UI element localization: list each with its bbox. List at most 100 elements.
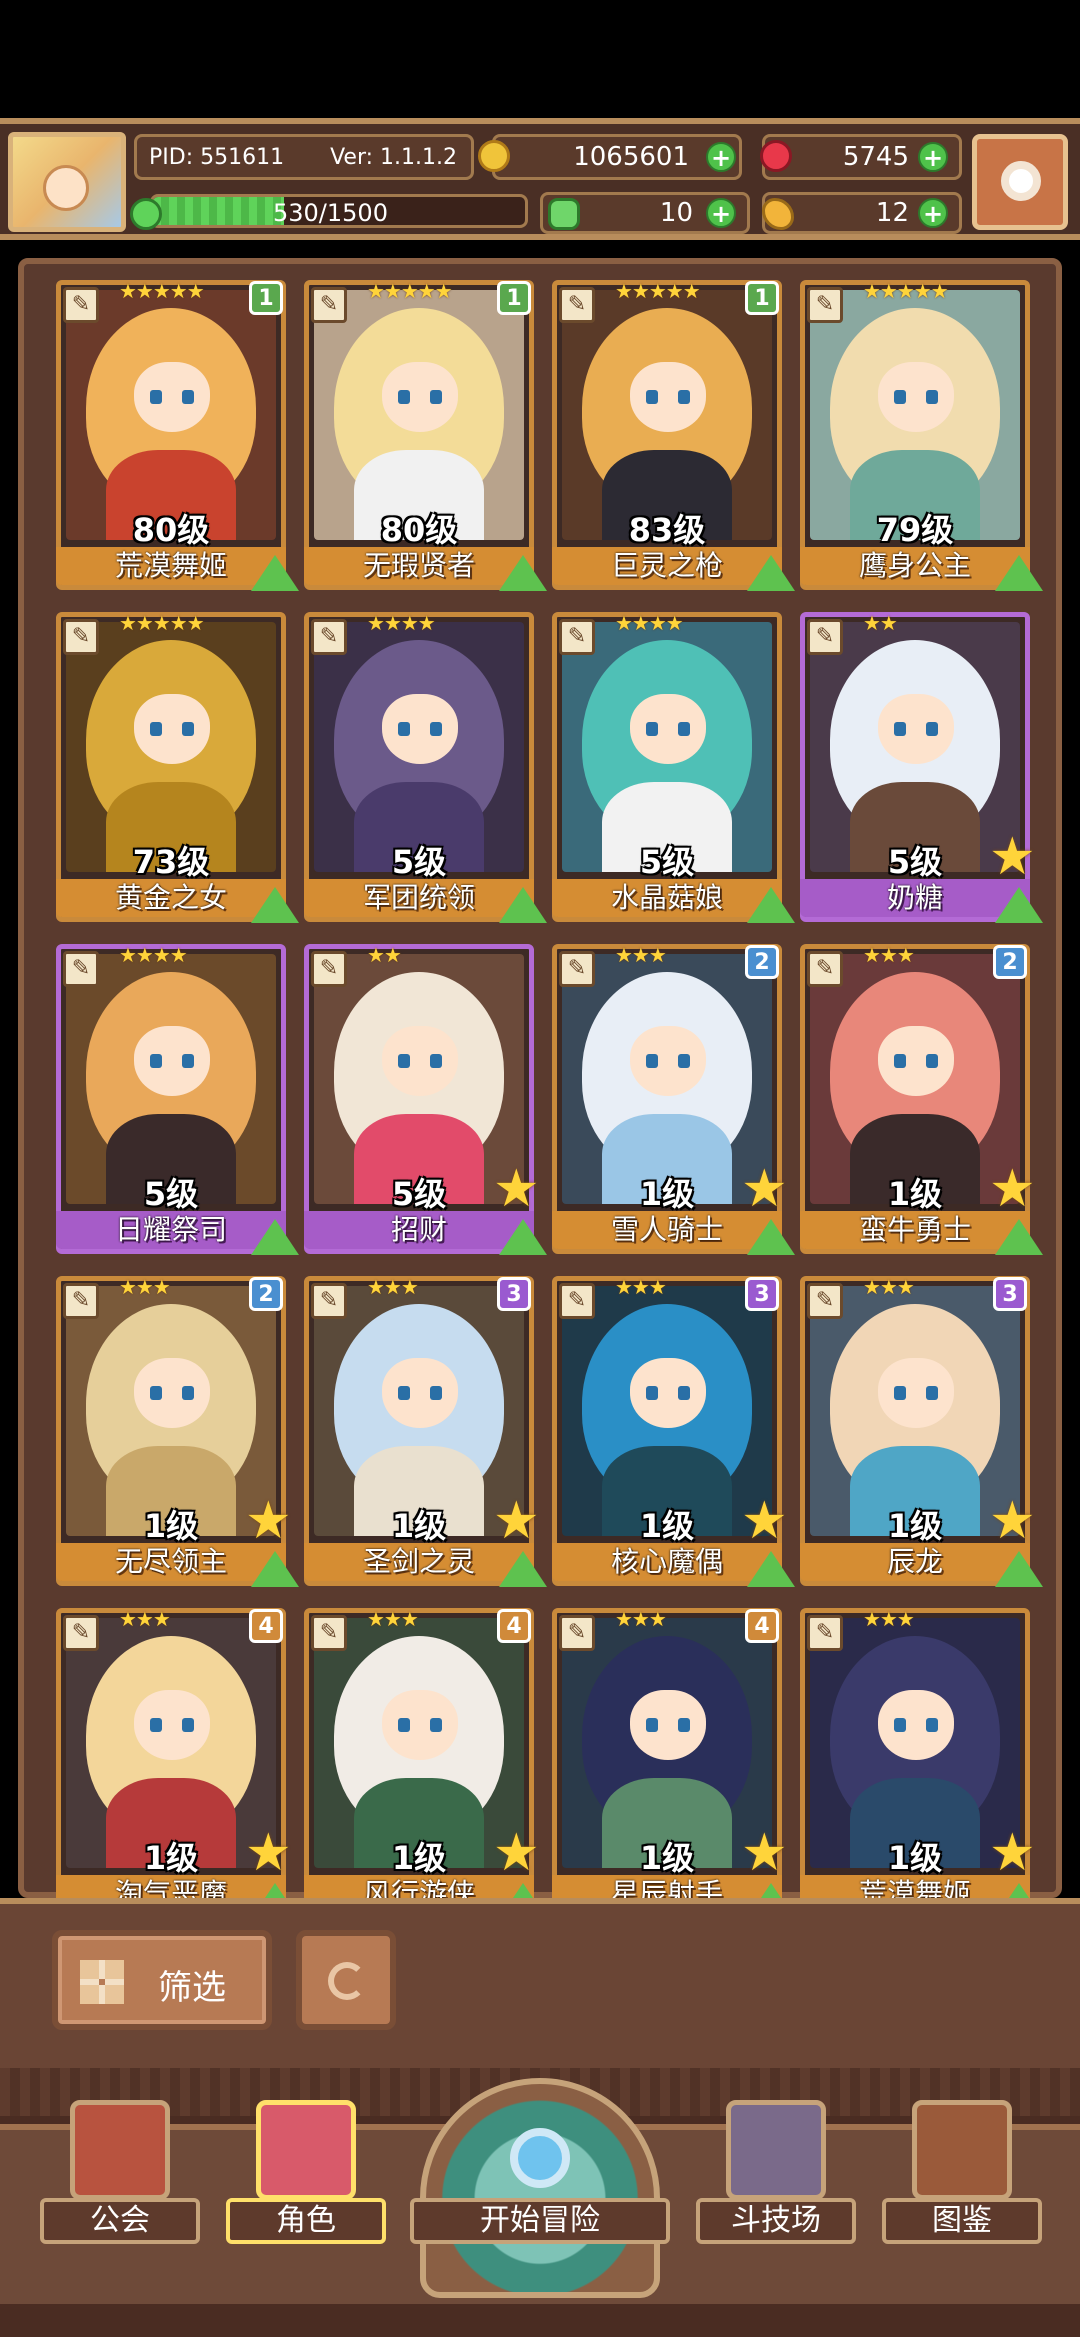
nav-codex-label: 图鉴 [882,2198,1042,2244]
rarity-stars: ★★★★★ [615,279,701,303]
xp-value: 530/1500 [273,199,388,227]
character-card[interactable]: ✎ ★★★★★ 73级 黄金之女 [56,611,299,923]
rarity-stars: ★★★★★ [119,279,205,303]
rank-badge: 2 [249,1277,283,1311]
rarity-stars: ★★★★ [119,943,188,967]
rarity-stars: ★★★ [863,1607,915,1631]
character-card[interactable]: ✎ ★★★ 4 ★ 1级 风行游侠 [304,1607,547,1902]
upgrade-arrow-icon [499,1551,547,1587]
character-card[interactable]: ✎ ★★★★★ 1 80级 无瑕贤者 [304,279,547,591]
add-clover-button[interactable]: + [706,198,736,228]
character-level: 1级 [639,1839,695,1877]
book-icon [912,2100,1012,2200]
weapon-type-icon: ✎ [63,619,99,655]
character-card[interactable]: ✎ ★★★★ 5级 水晶菇娘 [552,611,795,923]
weapon-type-icon: ✎ [63,1615,99,1651]
weapon-type-icon: ✎ [559,287,595,323]
gear-icon [1001,161,1041,201]
upgrade-arrow-icon [499,887,547,923]
player-header: PID: 551611 Ver: 1.1.1.2 1065601 + 5745 … [0,118,1080,240]
add-food-button[interactable]: + [918,198,948,228]
nav-character-label: 角色 [226,2198,386,2244]
nav-start-adventure[interactable]: 开始冒险 [410,2068,670,2318]
character-card[interactable]: ✎ ★★★ 4 ★ 1级 星辰射手 [552,1607,795,1902]
rarity-stars: ★★★★★ [367,279,453,303]
character-card[interactable]: ✎ ★★★★ 5级 日耀祭司 [56,943,299,1255]
nav-codex[interactable]: 图鉴 [882,2100,1042,2250]
rarity-stars: ★★★ [119,1607,171,1631]
upgrade-arrow-icon [747,555,795,591]
character-level: 1级 [887,1175,943,1213]
rank-badge: 4 [745,1609,779,1643]
character-card[interactable]: ✎ ★★★ 2 ★ 1级 雪人骑士 [552,943,795,1255]
nav-character[interactable]: 角色 [226,2100,386,2250]
character-level: 80级 [380,511,458,549]
food-value: 12 [875,198,909,228]
rank-badge: 1 [745,281,779,315]
nav-guild[interactable]: 公会 [40,2100,200,2250]
rarity-stars: ★★★ [615,943,667,967]
status-bar [0,0,1080,118]
rarity-stars: ★★ [863,611,898,635]
character-card[interactable]: ✎ ★★★★★ 1 80级 荒漠舞姬 [56,279,299,591]
player-avatar[interactable] [8,132,126,232]
character-card[interactable]: ✎ ★★★ 3 ★ 1级 圣剑之灵 [304,1275,547,1587]
filter-button[interactable]: 筛选 [52,1930,272,2030]
clover-value: 10 [659,198,693,228]
rank-badge: 3 [497,1277,531,1311]
weapon-type-icon: ✎ [311,1283,347,1319]
rarity-stars: ★★★ [119,1275,171,1299]
upgrade-arrow-icon [747,1219,795,1255]
character-portrait [810,290,1020,540]
character-card[interactable]: ✎ ★★ ★ 5级 招财 [304,943,547,1255]
rank-badge: 1 [497,281,531,315]
upgrade-arrow-icon [251,1551,299,1587]
character-card[interactable]: ✎ ★★★ 3 ★ 1级 核心魔偶 [552,1275,795,1587]
character-level: 1级 [391,1507,447,1545]
character-card[interactable]: ✎ ★★★ 4 ★ 1级 淘气恶魔 [56,1607,299,1902]
character-level: 5级 [391,843,447,881]
upgrade-arrow-icon [499,555,547,591]
character-card[interactable]: ✎ ★★★ 2 ★ 1级 蛮牛勇士 [800,943,1043,1255]
character-card[interactable]: ✎ ★★★★★ 1 83级 巨灵之枪 [552,279,795,591]
character-portrait [66,290,276,540]
character-card[interactable]: ✎ ★★★ 2 ★ 1级 无尽领主 [56,1275,299,1587]
add-gold-button[interactable]: + [706,142,736,172]
upgrade-arrow-icon [251,887,299,923]
rarity-stars: ★★★★ [615,611,684,635]
clover-icon [548,198,580,230]
character-level: 5级 [391,1175,447,1213]
weapon-type-icon: ✎ [63,1283,99,1319]
nav-adventure-label: 开始冒险 [410,2198,670,2244]
upgrade-arrow-icon [251,555,299,591]
character-card[interactable]: ✎ ★★★ 3 ★ 1级 辰龙 [800,1275,1043,1587]
gold-coin-icon [478,140,510,172]
character-portrait [66,954,276,1204]
character-card[interactable]: ✎ ★★★★★ 79级 鹰身公主 [800,279,1043,591]
gem-value: 5745 [842,142,909,172]
character-level: 1级 [639,1175,695,1213]
rank-badge: 1 [249,281,283,315]
character-card[interactable]: ✎ ★★ ★ 5级 奶糖 [800,611,1043,923]
weapon-type-icon: ✎ [559,1283,595,1319]
settings-button[interactable] [972,134,1068,230]
weapon-type-icon: ✎ [559,1615,595,1651]
upgrade-arrow-icon [995,887,1043,923]
weapon-type-icon: ✎ [807,619,843,655]
rarity-stars: ★★★★ [367,611,436,635]
weapon-type-icon: ✎ [311,619,347,655]
refresh-button[interactable] [296,1930,396,2030]
character-card[interactable]: ✎ ★★★ ★ 1级 荒漠舞姬 [800,1607,1043,1902]
character-level: 1级 [143,1839,199,1877]
world-map-icon [420,2078,660,2298]
guild-house-icon [70,2100,170,2200]
rarity-stars: ★★★ [367,1275,419,1299]
add-gem-button[interactable]: + [918,142,948,172]
weapon-type-icon: ✎ [807,287,843,323]
filter-label: 筛选 [158,1968,226,2008]
character-card[interactable]: ✎ ★★★★ 5级 军团统领 [304,611,547,923]
crossed-swords-icon [726,2100,826,2200]
rarity-stars: ★★★ [863,1275,915,1299]
gold-value: 1065601 [573,142,689,172]
nav-arena[interactable]: 斗技场 [696,2100,856,2250]
